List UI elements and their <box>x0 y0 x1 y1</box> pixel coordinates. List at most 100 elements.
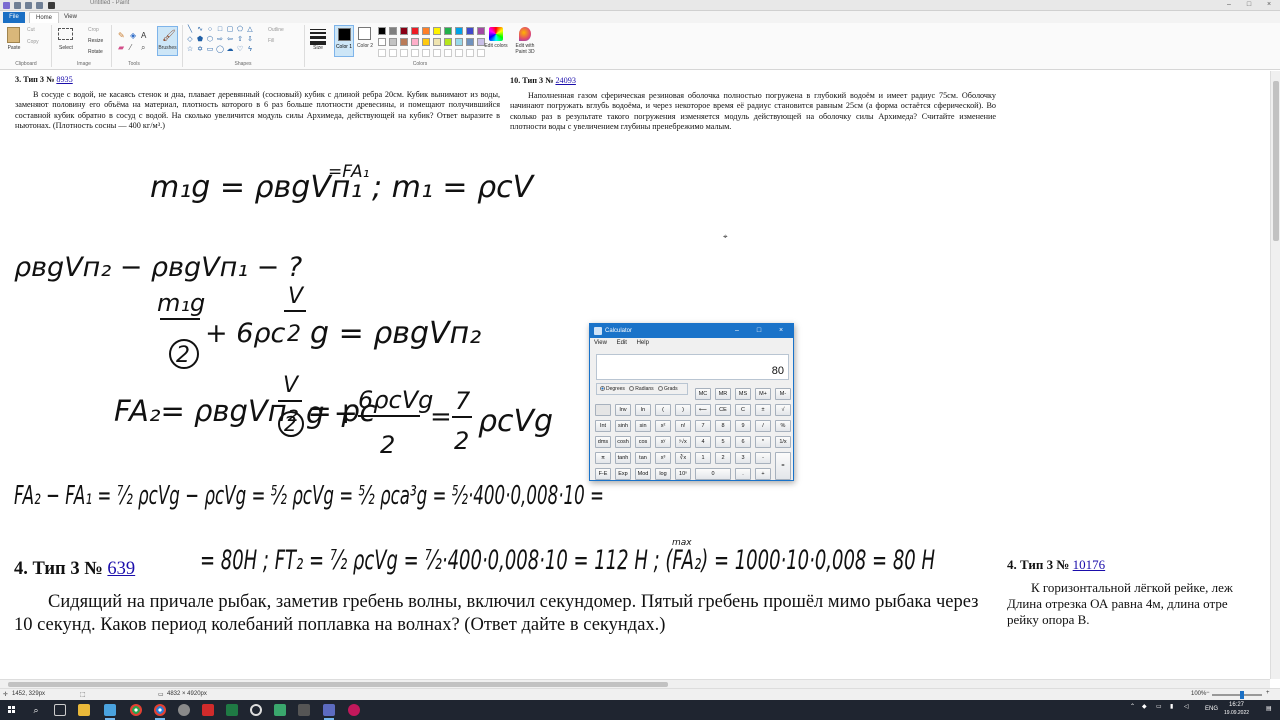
calc-key[interactable]: CE <box>715 404 731 416</box>
palette-swatch[interactable] <box>444 38 452 46</box>
calc-key[interactable]: 3 <box>735 452 751 464</box>
custom-color-slot[interactable] <box>455 49 463 57</box>
lightning-shape-icon[interactable]: ϟ <box>246 46 254 54</box>
calc-key[interactable]: F-E <box>595 468 611 480</box>
zoom-slider[interactable] <box>1212 694 1262 696</box>
palette-swatch[interactable] <box>433 27 441 35</box>
save-icon[interactable] <box>14 2 21 9</box>
calculator-title-bar[interactable]: Calculator – □ × <box>590 324 793 338</box>
calc-key[interactable]: . <box>735 468 751 480</box>
color2-label[interactable]: Color 2 <box>354 43 376 49</box>
down-arrow-shape-icon[interactable]: ⇩ <box>246 36 254 44</box>
resize-button[interactable]: Resize <box>88 38 103 44</box>
magnifier-icon[interactable]: ⌕ <box>141 43 145 53</box>
tray-battery-icon[interactable]: ▮ <box>1170 703 1173 710</box>
calc-key[interactable] <box>595 404 611 416</box>
copy-button[interactable]: Copy <box>27 39 39 45</box>
task-view-icon[interactable] <box>54 704 66 716</box>
custom-color-slot[interactable] <box>444 49 452 57</box>
paint3d-icon[interactable] <box>519 27 531 41</box>
custom-color-slot[interactable] <box>433 49 441 57</box>
calc-key[interactable]: MS <box>735 388 751 400</box>
palette-swatch[interactable] <box>422 27 430 35</box>
brushes-button[interactable]: 🖌 Brushes <box>157 26 178 56</box>
calc-key[interactable]: tan <box>635 452 651 464</box>
calculator-close-button[interactable]: × <box>774 324 788 338</box>
calc-key[interactable]: ± <box>755 404 771 416</box>
calc-key[interactable]: π <box>595 452 611 464</box>
calc-key[interactable]: MC <box>695 388 711 400</box>
notes-icon[interactable] <box>274 704 286 716</box>
calculator-taskbar-icon[interactable] <box>323 704 335 720</box>
close-button[interactable]: × <box>1262 0 1276 10</box>
calc-key[interactable]: ln <box>635 404 651 416</box>
calc-key[interactable]: 7 <box>695 420 711 432</box>
calc-key[interactable]: sinh <box>615 420 631 432</box>
oval-callout-shape-icon[interactable]: ◯ <box>216 46 224 54</box>
calc-key[interactable]: log <box>655 468 671 480</box>
vertical-scroll-thumb[interactable] <box>1273 81 1279 241</box>
cloud-callout-shape-icon[interactable]: ☁ <box>226 46 234 54</box>
search-icon[interactable]: ⌕ <box>30 704 42 716</box>
calc-key[interactable]: 0 <box>695 468 731 480</box>
custom-color-slot[interactable] <box>411 49 419 57</box>
palette-swatch[interactable] <box>422 38 430 46</box>
horizontal-scroll-thumb[interactable] <box>8 682 668 687</box>
tray-time[interactable]: 16:27 <box>1229 702 1244 708</box>
palette-swatch[interactable] <box>455 38 463 46</box>
zoom-in-icon[interactable]: + <box>1266 690 1270 696</box>
calc-key[interactable]: xʸ <box>655 436 671 448</box>
calc-key[interactable]: x² <box>655 420 671 432</box>
palette-swatch[interactable] <box>400 38 408 46</box>
tray-network-icon[interactable]: ▭ <box>1156 703 1162 710</box>
palette-swatch[interactable] <box>411 27 419 35</box>
color-picker-icon[interactable]: ⁄ <box>130 43 131 52</box>
text-icon[interactable]: A <box>141 31 146 40</box>
palette-swatch[interactable] <box>444 27 452 35</box>
calc-key[interactable]: * <box>755 436 771 448</box>
paste-icon[interactable] <box>7 27 20 43</box>
custom-color-slot[interactable] <box>466 49 474 57</box>
fill-icon[interactable]: ◈ <box>130 31 136 40</box>
fill-button[interactable]: Fill <box>268 38 274 44</box>
palette-swatch[interactable] <box>389 38 397 46</box>
palette-swatch[interactable] <box>411 38 419 46</box>
calc-key[interactable]: MR <box>715 388 731 400</box>
pentagon-shape-icon[interactable]: ⬟ <box>196 36 204 44</box>
mode-degrees[interactable]: Degrees <box>600 386 625 392</box>
calc-key[interactable]: Inv <box>615 404 631 416</box>
mode-grads[interactable]: Grads <box>658 386 678 392</box>
start-icon[interactable] <box>6 704 18 716</box>
palette-swatch[interactable] <box>455 27 463 35</box>
zoom-slider-handle[interactable] <box>1240 691 1244 699</box>
pdf-icon[interactable] <box>202 704 214 716</box>
custom-color-slot[interactable] <box>422 49 430 57</box>
custom-color-slot[interactable] <box>389 49 397 57</box>
calc-key[interactable]: x³ <box>655 452 671 464</box>
vertical-scrollbar[interactable] <box>1270 71 1280 679</box>
excel-icon[interactable] <box>226 704 238 716</box>
palette-swatch[interactable] <box>400 27 408 35</box>
eraser-icon[interactable]: ▰ <box>118 43 124 52</box>
tray-shield-icon[interactable]: ◆ <box>1142 703 1147 710</box>
calc-key[interactable]: tanh <box>615 452 631 464</box>
calc-key[interactable]: / <box>755 420 771 432</box>
palette-swatch[interactable] <box>466 38 474 46</box>
calc-key[interactable]: n! <box>675 420 691 432</box>
chrome-icon[interactable] <box>130 704 142 716</box>
calc-key[interactable]: - <box>755 452 771 464</box>
rectangle-shape-icon[interactable]: □ <box>216 26 224 34</box>
edit-with-paint3d-button[interactable]: Edit with Paint 3D <box>510 43 540 55</box>
pencil-icon[interactable]: ✎ <box>118 31 125 40</box>
calc-key[interactable]: 1 <box>695 452 711 464</box>
calc-key[interactable]: 10ˣ <box>675 468 691 480</box>
hexagon-shape-icon[interactable]: ⬡ <box>206 36 214 44</box>
calc-key[interactable]: 6 <box>735 436 751 448</box>
calc-key[interactable]: √ <box>775 404 791 416</box>
app-icon[interactable] <box>298 704 310 716</box>
calc-menu-view[interactable]: View <box>594 340 607 346</box>
calc-key[interactable]: 5 <box>715 436 731 448</box>
minimize-button[interactable]: – <box>1222 0 1236 10</box>
left-arrow-shape-icon[interactable]: ⇦ <box>226 36 234 44</box>
undo-icon[interactable] <box>25 2 32 9</box>
